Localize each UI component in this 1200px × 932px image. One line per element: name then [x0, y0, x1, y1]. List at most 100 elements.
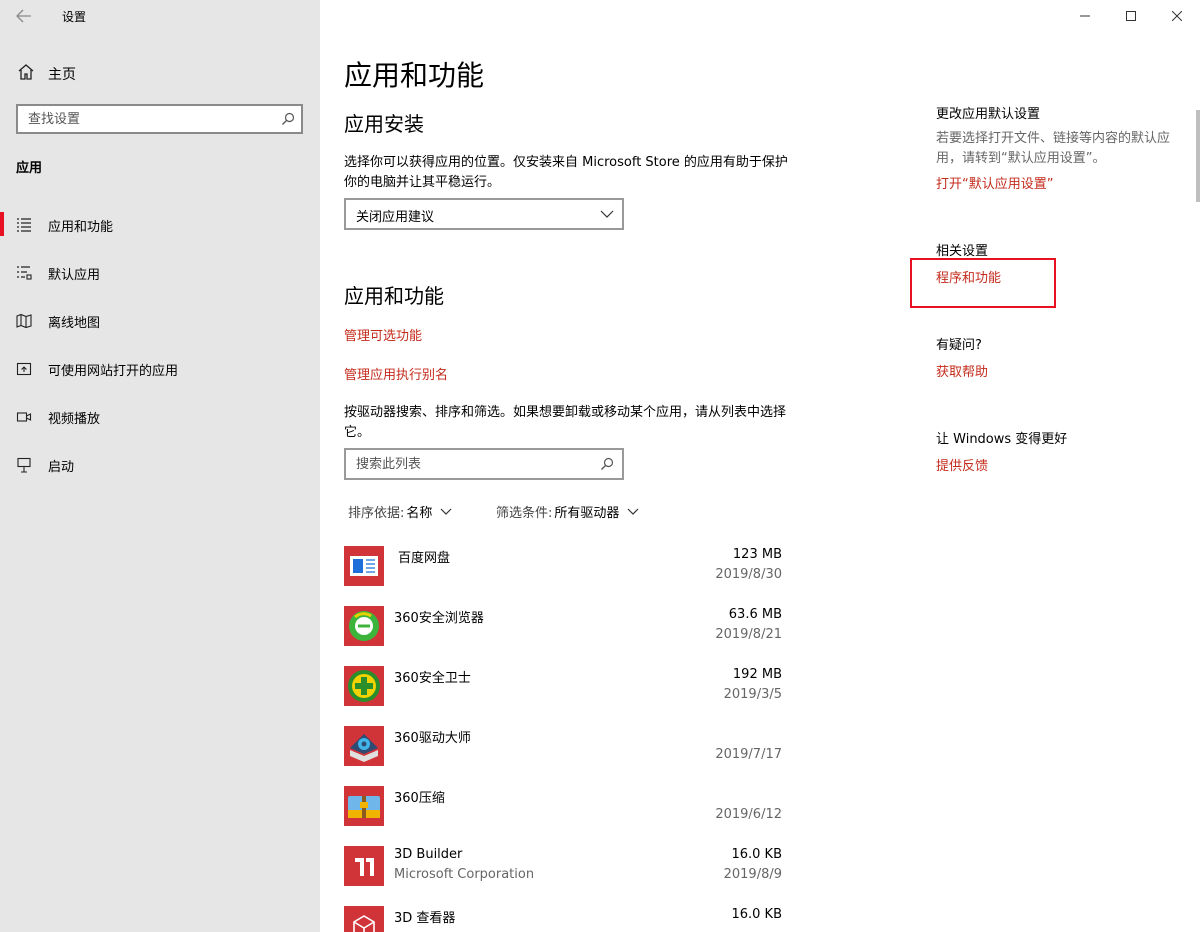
baidu-netdisk-icon	[344, 546, 384, 586]
window-title: 设置	[62, 10, 87, 24]
programs-and-features-link[interactable]: 程序和功能	[936, 267, 1001, 286]
360-zip-icon	[344, 786, 384, 826]
settings-search-box[interactable]	[16, 104, 303, 134]
app-name: 360驱动大师	[394, 731, 471, 746]
default-apps-description: 若要选择打开文件、链接等内容的默认应用，请转到“默认应用设置”。	[936, 131, 1171, 166]
app-size: 16.0 KB	[731, 847, 782, 862]
manage-app-alias-link[interactable]: 管理应用执行别名	[344, 364, 448, 383]
minimize-button[interactable]	[1062, 0, 1108, 32]
sidebar-item-video-playback[interactable]: 视频播放	[0, 396, 320, 436]
chevron-down-icon	[600, 210, 614, 218]
help-title: 有疑问?	[936, 338, 982, 353]
chevron-down-icon	[440, 508, 452, 515]
app-date: 2019/3/5	[723, 687, 782, 702]
startup-icon	[17, 457, 31, 473]
filter-key: 筛选条件:	[496, 506, 553, 521]
sidebar-item-label: 离线地图	[48, 316, 101, 331]
scrollbar[interactable]	[1196, 110, 1200, 202]
sidebar-item-label: 应用和功能	[48, 220, 114, 235]
app-date: 2019/6/12	[715, 807, 782, 822]
search-icon[interactable]	[600, 457, 614, 471]
sort-dropdown[interactable]: 排序依据: 名称	[348, 502, 452, 521]
app-publisher: Microsoft Corporation	[394, 867, 535, 882]
page-title: 应用和功能	[344, 59, 485, 92]
app-date: 2019/8/9	[723, 867, 782, 882]
install-description: 选择你可以获得应用的位置。仅安装来自 Microsoft Store 的应用有助…	[344, 155, 788, 190]
related-settings-title: 相关设置	[936, 244, 989, 259]
filter-value: 所有驱动器	[554, 506, 620, 521]
app-list-item[interactable]: 3D 查看器 16.0 KB	[344, 906, 784, 932]
app-date: 2019/8/21	[715, 627, 782, 642]
app-size: 16.0 KB	[731, 907, 782, 922]
active-indicator	[0, 212, 4, 236]
360-safe-icon	[344, 666, 384, 706]
sidebar-home[interactable]: 主页	[0, 48, 320, 96]
back-button[interactable]	[12, 4, 36, 28]
360-driver-icon	[344, 726, 384, 766]
settings-search-input[interactable]	[28, 110, 268, 128]
minimize-icon	[1080, 15, 1090, 17]
manage-optional-features-link[interactable]: 管理可选功能	[344, 325, 422, 344]
app-name: 百度网盘	[398, 551, 451, 566]
window-controls	[1062, 0, 1200, 32]
default-apps-icon	[17, 266, 32, 280]
app-list-item[interactable]: 百度网盘 123 MB 2019/8/30	[344, 546, 784, 602]
app-size: 123 MB	[732, 547, 782, 562]
close-button[interactable]	[1154, 0, 1200, 32]
app-list-item[interactable]: 3D Builder Microsoft Corporation 16.0 KB…	[344, 846, 784, 902]
sidebar-item-label: 可使用网站打开的应用	[48, 364, 179, 379]
app-list-item[interactable]: 360驱动大师 2019/7/17	[344, 726, 784, 782]
app-name: 360压缩	[394, 791, 445, 806]
install-heading: 应用安装	[344, 112, 424, 136]
3d-builder-icon	[344, 846, 384, 886]
app-name: 3D Builder	[394, 847, 463, 862]
360-browser-icon	[344, 606, 384, 646]
apps-description: 按驱动器搜索、排序和筛选。如果想要卸载或移动某个应用，请从列表中选择它。	[344, 405, 787, 440]
app-list-item[interactable]: 360压缩 2019/6/12	[344, 786, 784, 842]
app-date: 2019/8/30	[715, 567, 782, 582]
app-list-search-box[interactable]	[344, 448, 624, 480]
app-list-search-input[interactable]	[356, 455, 586, 473]
app-install-dropdown[interactable]: 关闭应用建议	[344, 198, 624, 230]
chevron-down-icon	[627, 508, 639, 515]
title-bar: 设置	[0, 0, 320, 32]
give-feedback-link[interactable]: 提供反馈	[936, 455, 988, 474]
app-list-item[interactable]: 360安全卫士 192 MB 2019/3/5	[344, 666, 784, 722]
maximize-icon	[1126, 11, 1136, 21]
default-apps-title: 更改应用默认设置	[936, 107, 1041, 122]
offline-maps-icon	[16, 313, 32, 329]
home-icon	[18, 64, 34, 80]
open-default-apps-link[interactable]: 打开“默认应用设置”	[936, 173, 1053, 192]
arrow-left-icon	[16, 9, 31, 23]
filter-dropdown[interactable]: 筛选条件: 所有驱动器	[496, 502, 639, 521]
sidebar-item-label: 启动	[48, 460, 75, 475]
app-size: 192 MB	[732, 667, 782, 682]
search-icon[interactable]	[281, 112, 295, 126]
sidebar-item-apps-for-websites[interactable]: 可使用网站打开的应用	[0, 348, 320, 388]
apps-heading: 应用和功能	[344, 284, 444, 308]
video-playback-icon	[16, 412, 32, 422]
sidebar: 设置 主页 应用 应用和功能 默认应用 离线地图	[0, 0, 320, 932]
sidebar-item-default-apps[interactable]: 默认应用	[0, 252, 320, 292]
app-name: 3D 查看器	[394, 911, 456, 926]
sort-value: 名称	[406, 506, 433, 521]
sidebar-item-apps-features[interactable]: 应用和功能	[0, 204, 320, 244]
sidebar-item-startup[interactable]: 启动	[0, 444, 320, 484]
sidebar-item-label: 视频播放	[48, 412, 101, 427]
get-help-link[interactable]: 获取帮助	[936, 361, 988, 380]
app-list-item[interactable]: 360安全浏览器 63.6 MB 2019/8/21	[344, 606, 784, 662]
app-date: 2019/7/17	[715, 747, 782, 762]
maximize-button[interactable]	[1108, 0, 1154, 32]
apps-for-websites-icon	[16, 362, 32, 376]
3d-viewer-icon	[344, 906, 384, 932]
sidebar-item-offline-maps[interactable]: 离线地图	[0, 300, 320, 340]
app-size: 63.6 MB	[728, 607, 782, 622]
close-icon	[1172, 11, 1182, 21]
sidebar-section-label: 应用	[16, 161, 43, 176]
apps-features-icon	[17, 218, 31, 232]
sort-key: 排序依据:	[348, 506, 405, 521]
dropdown-value: 关闭应用建议	[356, 210, 435, 225]
home-label: 主页	[48, 67, 76, 83]
app-name: 360安全浏览器	[394, 611, 484, 626]
app-name: 360安全卫士	[394, 671, 471, 686]
